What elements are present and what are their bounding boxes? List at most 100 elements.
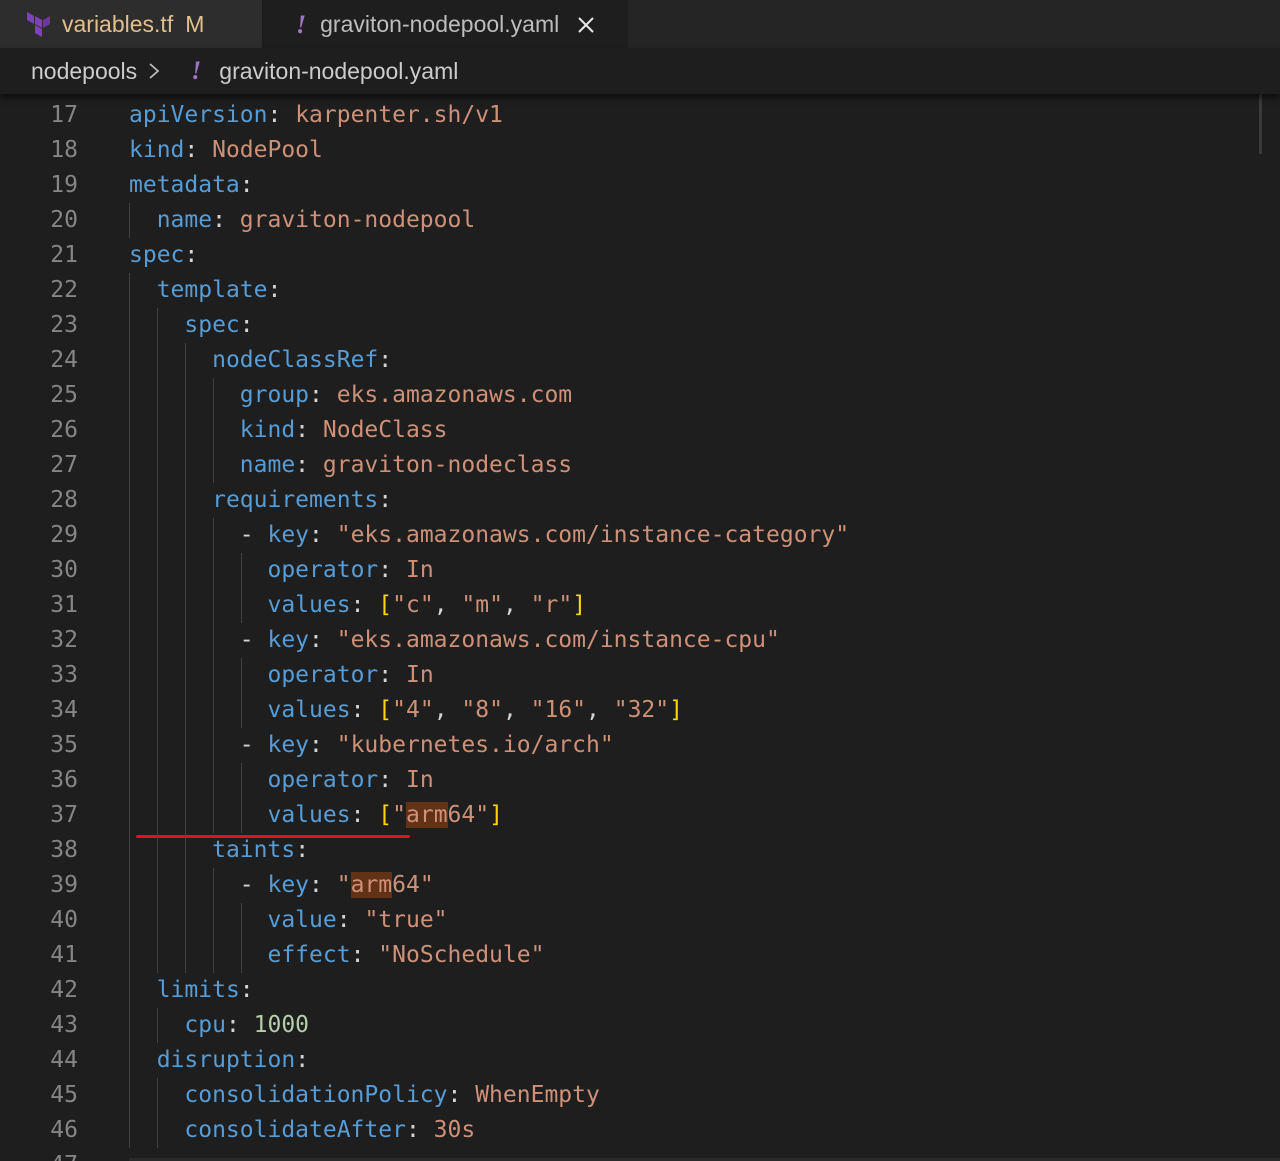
line-number: 33 [50,662,78,688]
code-token: name [239,452,296,478]
code-token: - [239,627,268,653]
code-line[interactable]: spec: [129,308,849,343]
indent-guide [213,693,214,728]
code-line[interactable]: metadata: [129,168,849,203]
code-token: : [350,592,379,618]
code-token: : [309,627,337,653]
code-line[interactable]: effect: "NoSchedule" [129,938,849,973]
code-token: - [239,522,268,548]
indent-guide [157,938,158,973]
code-token: metadata [129,172,240,198]
code-line[interactable]: kind: NodeClass [129,413,849,448]
code-line[interactable]: name: graviton-nodepool [129,203,849,238]
line-number: 46 [50,1117,78,1143]
line-number: 19 [50,172,78,198]
indent-guide [213,588,214,623]
code-token: taints [212,837,296,863]
line-number: 17 [50,102,78,128]
tab-label: graviton-nodepool.yaml [320,11,560,37]
code-token: eks.amazonaws.com [336,382,573,408]
code-line[interactable]: name: graviton-nodeclass [129,448,849,483]
indent-guide [129,483,130,518]
code-token: : [350,697,379,723]
indent-guide [157,1113,158,1148]
indent-guide [185,798,186,833]
code-editor[interactable]: 17 18 19 20 21 22 23 24 25 26 27 28 29 30 31 32 33 34 35 36… [0,94,1280,1161]
code-token: : [350,942,379,968]
code-line[interactable]: consolidationPolicy: WhenEmpty [129,1078,849,1113]
code-line[interactable]: requirements: [129,483,849,518]
code-line[interactable]: values: ["4", "8", "16", "32"] [129,693,849,728]
code-line[interactable]: - key: "eks.amazonaws.com/instance-categ… [129,518,849,553]
code-token: : [378,347,393,373]
code-line[interactable]: - key: "eks.amazonaws.com/instance-cpu" [129,623,849,658]
scrollbar-thumb[interactable] [1259,94,1280,154]
code-line[interactable]: apiVersion: karpenter.sh/v1 [129,98,849,133]
code-token: : [378,662,406,688]
code-token: : [225,1012,254,1038]
line-number: 31 [50,592,78,618]
line-number: 18 [50,137,78,163]
code-line[interactable]: nodeClassRef: [129,343,849,378]
code-token: key [267,732,310,758]
indent-guide [157,308,158,343]
code-token: spec [184,312,240,338]
code-token: arm [406,802,448,828]
line-number: 35 [50,732,78,758]
breadcrumb-folder[interactable]: nodepools [31,58,137,85]
code-line[interactable]: values: ["arm64"] [129,798,849,833]
indent-guide [241,693,242,728]
indent-guide [213,658,214,693]
indent-guide [129,203,130,238]
code-line[interactable]: operator: In [129,763,849,798]
line-number: 40 [50,907,78,933]
modified-badge: M [185,10,205,37]
code-token: , [433,697,462,723]
code-line[interactable]: template: [129,273,849,308]
code-line[interactable]: disruption: [129,1043,849,1078]
indent-guide [185,728,186,763]
yaml-icon: ! [191,56,202,85]
close-icon[interactable] [577,16,595,34]
code-token: In [405,767,434,793]
code-token: : [405,1117,434,1143]
code-line[interactable]: consolidateAfter: 30s [129,1113,849,1148]
indent-guide [241,903,242,938]
code-line[interactable]: values: ["c", "m", "r"] [129,588,849,623]
code-line[interactable]: operator: In [129,658,849,693]
code-line[interactable]: - key: "arm64" [129,868,849,903]
indent-guide [157,518,158,553]
indent-guide [129,903,130,938]
indent-guide [157,483,158,518]
code-line[interactable]: taints: [129,833,849,868]
code-line[interactable]: cpu: 1000 [129,1008,849,1043]
tab-variables-tf[interactable]: variables.tf M [0,0,262,48]
code-area[interactable]: apiVersion: karpenter.sh/v1 kind: NodePoo… [129,98,849,1148]
code-token: "4" [392,697,434,723]
indent-guide [157,868,158,903]
code-line[interactable]: operator: In [129,553,849,588]
indent-guide [129,693,130,728]
code-line[interactable]: limits: [129,973,849,1008]
code-line[interactable]: - key: "kubernetes.io/arch" [129,728,849,763]
code-token: [ [378,697,393,723]
code-token: apiVersion [129,102,268,128]
tab-graviton-nodepool-yaml[interactable]: ! graviton-nodepool.yaml [262,0,628,48]
indent-guide [157,693,158,728]
code-line[interactable]: group: eks.amazonaws.com [129,378,849,413]
code-token: NodePool [212,137,323,163]
indent-guide [129,1008,130,1043]
indent-guide [185,343,186,378]
indent-guide [185,553,186,588]
indent-guide [213,868,214,903]
code-line[interactable]: kind: NodePool [129,133,849,168]
breadcrumb-file[interactable]: graviton-nodepool.yaml [219,58,458,85]
indent-guide [157,343,158,378]
code-line[interactable]: value: "true" [129,903,849,938]
code-line[interactable]: spec: [129,238,849,273]
code-token: "kubernetes.io/arch" [336,732,614,758]
indent-guide [129,938,130,973]
